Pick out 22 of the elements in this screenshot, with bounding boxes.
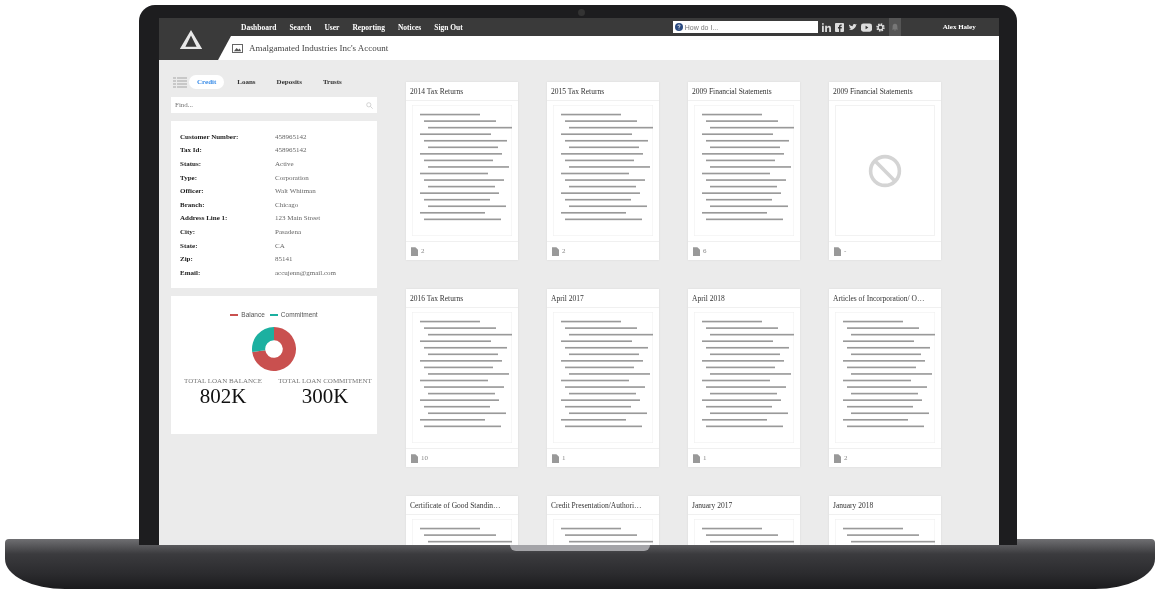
document-icon <box>552 246 559 256</box>
bell-icon <box>890 23 899 31</box>
account-title: Amalgamated Industries Inc's Account <box>249 43 389 53</box>
search-icon <box>366 102 373 109</box>
triangle-logo-icon <box>179 28 203 50</box>
document-icon <box>411 246 418 256</box>
social-icon[interactable] <box>821 22 831 32</box>
document-icon <box>552 453 559 463</box>
unavailable-icon <box>867 152 903 189</box>
total-value: 802K <box>199 385 247 409</box>
document-icon <box>834 453 841 463</box>
document-icon <box>693 453 700 463</box>
image-icon <box>232 43 243 53</box>
document-icon <box>693 246 700 256</box>
help-icon <box>674 23 683 31</box>
settings-icon[interactable] <box>875 22 885 32</box>
social-icon[interactable] <box>834 22 844 32</box>
document-icon <box>411 453 418 463</box>
document-icon <box>834 246 841 256</box>
bird-icon[interactable] <box>847 22 857 32</box>
total-value: 300K <box>301 385 349 409</box>
play-icon[interactable] <box>860 22 872 32</box>
